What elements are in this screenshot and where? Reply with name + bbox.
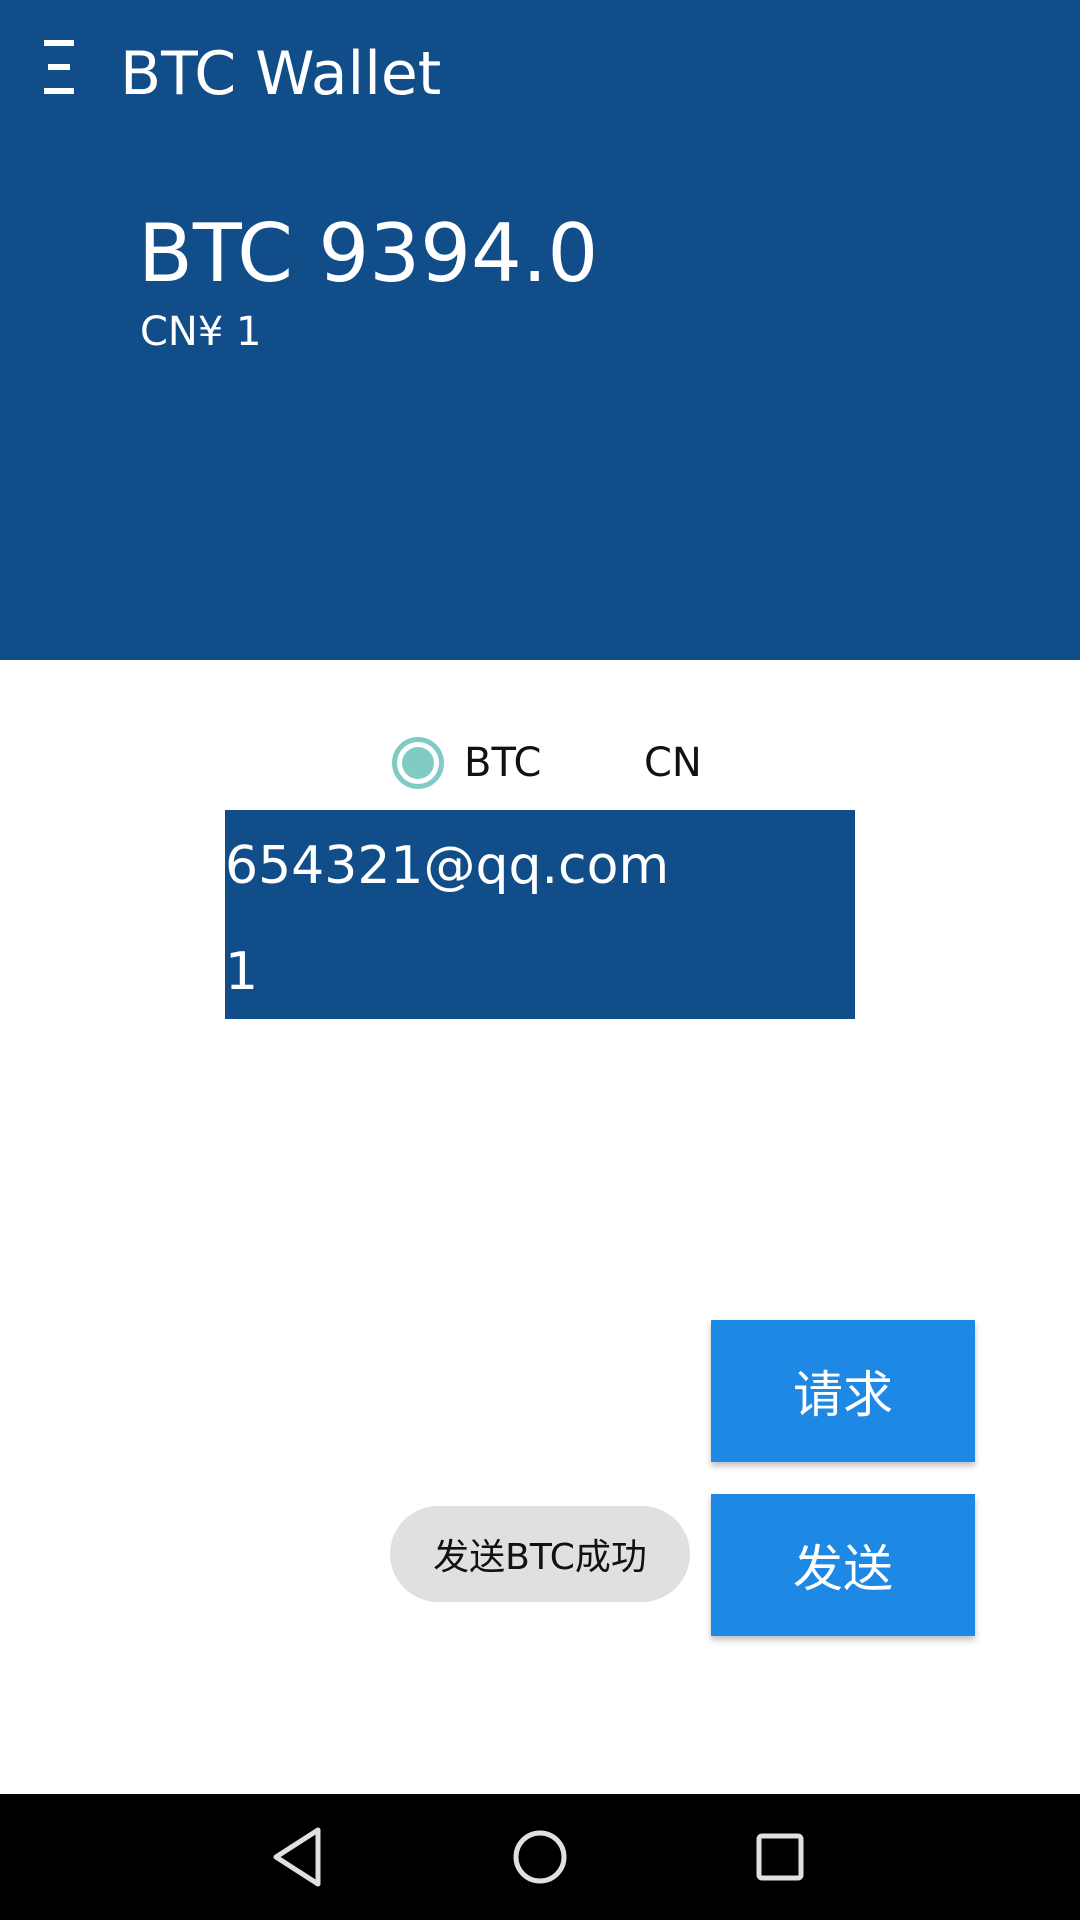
app-title: BTC Wallet	[120, 39, 442, 109]
radio-selected-icon	[392, 737, 444, 789]
btc-balance: BTC 9394.0	[138, 207, 599, 300]
header-panel: BTC Wallet BTC 9394.0 CN¥ 1	[0, 0, 1080, 660]
currency-radio-group: BTC CN	[0, 728, 1080, 798]
back-triangle-icon[interactable]	[264, 1822, 334, 1892]
recent-square-icon[interactable]	[745, 1822, 815, 1892]
recipient-email-input[interactable]	[225, 824, 855, 908]
toast-message: 发送BTC成功	[390, 1506, 690, 1602]
request-button[interactable]: 请求	[711, 1320, 975, 1462]
radio-label-btc: BTC	[464, 740, 542, 786]
send-button[interactable]: 发送	[711, 1494, 975, 1636]
home-circle-icon[interactable]	[505, 1822, 575, 1892]
radio-option-btc[interactable]: BTC	[392, 728, 541, 798]
radio-label-cn: CN	[644, 740, 702, 786]
app-screen: BTC Wallet BTC 9394.0 CN¥ 1 BTC CN 请求 发送…	[0, 0, 1080, 1920]
fiat-balance: CN¥ 1	[140, 309, 262, 355]
system-nav-bar	[0, 1794, 1080, 1920]
amount-input[interactable]	[225, 930, 855, 1014]
radio-option-cn[interactable]: CN	[644, 728, 702, 798]
menu-icon[interactable]	[40, 40, 80, 96]
